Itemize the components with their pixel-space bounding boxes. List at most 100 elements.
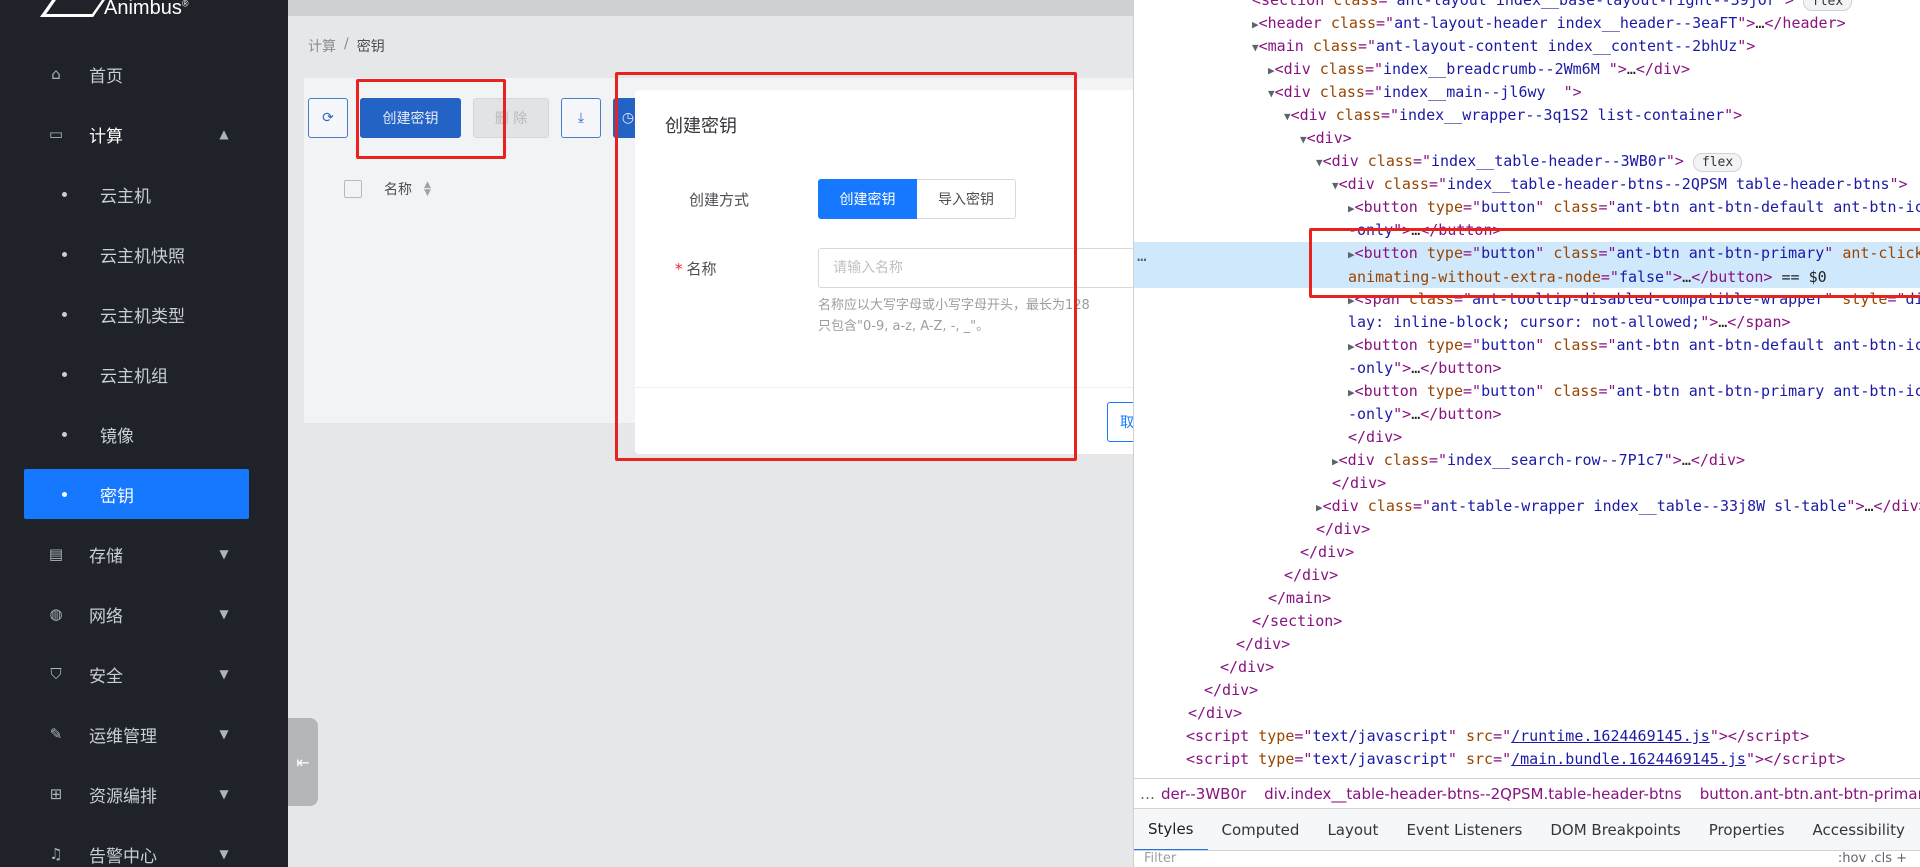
sidebar-item-label: 密钥: [100, 486, 134, 507]
dom-node[interactable]: <script type="text/javascript" src="/run…: [1134, 725, 1920, 748]
sidebar-item-image[interactable]: 镜像: [0, 412, 288, 456]
dom-node[interactable]: ▼<div class="index__table-header--3WB0r"…: [1134, 150, 1920, 173]
devtools-crumb-more[interactable]: …: [1140, 785, 1155, 803]
column-header-name[interactable]: 名称: [384, 179, 412, 199]
dom-node[interactable]: ▼<div>: [1134, 127, 1920, 150]
sidebar-item-orchestration[interactable]: ⊞ 资源编排 ▼: [0, 772, 288, 816]
bullet-icon: [62, 371, 67, 377]
dom-node[interactable]: </main>: [1134, 587, 1920, 610]
chevron-down-icon: ▼: [219, 547, 229, 561]
top-header: [288, 0, 1133, 16]
sidebar-item-label: 云主机类型: [100, 306, 185, 327]
highlight-box-dom-node: [1309, 228, 1920, 298]
sidebar-item-label: 云主机组: [100, 366, 168, 387]
wrench-icon: ✎: [49, 725, 63, 743]
dom-node[interactable]: ▼<div class="index__table-header-btns--2…: [1134, 173, 1920, 196]
styles-filter-input[interactable]: Filter :hov .cls +: [1134, 850, 1920, 867]
tab-accessibility[interactable]: Accessibility: [1799, 809, 1919, 851]
download-button[interactable]: ⤓: [561, 98, 601, 138]
sidebar-item-label: 云主机: [100, 186, 151, 207]
sidebar-item-security[interactable]: ⛉ 安全 ▼: [0, 652, 288, 696]
refresh-button[interactable]: ⟳: [308, 98, 348, 138]
tab-dom-breakpoints[interactable]: DOM Breakpoints: [1536, 809, 1694, 851]
breadcrumb-item-compute[interactable]: 计算: [308, 36, 336, 56]
dom-node-cont: -only">…</button>: [1348, 405, 1502, 423]
tab-layout[interactable]: Layout: [1313, 809, 1392, 851]
sidebar-item-label: 安全: [89, 666, 123, 687]
dom-node[interactable]: ▼<div class="index__wrapper--3q1S2 list-…: [1134, 104, 1920, 127]
grid-icon: ⊞: [49, 785, 63, 803]
app-logo[interactable]: Animbus®: [46, 0, 188, 24]
sidebar-item-label: 资源编排: [89, 786, 157, 807]
logo-mark-icon: [46, 0, 94, 18]
devtools-crumb[interactable]: button.ant-btn.ant-btn-primar: [1700, 785, 1920, 803]
devtools-panel: <section class="ant-layout index__base-l…: [1133, 0, 1920, 867]
dom-node[interactable]: </div>: [1134, 702, 1920, 725]
sidebar-item-vm-type[interactable]: 云主机类型: [0, 292, 288, 336]
app-brand: Animbus®: [104, 0, 189, 19]
dom-node[interactable]: ▶<header class="ant-layout-header index_…: [1134, 12, 1920, 35]
storage-icon: ▤: [48, 545, 64, 563]
devtools-crumb[interactable]: der--3WB0r: [1161, 785, 1246, 803]
dom-node[interactable]: ▶<button type="button" class="ant-btn an…: [1134, 380, 1920, 403]
dom-node[interactable]: </div>: [1134, 426, 1920, 449]
select-all-checkbox[interactable]: [344, 180, 362, 198]
dom-node[interactable]: </section>: [1134, 610, 1920, 633]
dom-node[interactable]: </div>: [1134, 633, 1920, 656]
dom-node[interactable]: ▼<main class="ant-layout-content index__…: [1134, 35, 1920, 58]
styles-filter-controls[interactable]: :hov .cls +: [1838, 851, 1907, 866]
dom-node[interactable]: </div>: [1134, 472, 1920, 495]
tab-properties[interactable]: Properties: [1695, 809, 1799, 851]
sidebar-item-label: 首页: [89, 66, 123, 87]
main-bundle-script-link[interactable]: /main.bundle.1624469145.js: [1511, 750, 1746, 768]
tab-styles[interactable]: Styles: [1134, 809, 1208, 851]
sidebar-item-home[interactable]: ⌂ 首页: [0, 52, 288, 96]
dom-node[interactable]: ▼<div class="index__main--jl6wy ">: [1134, 81, 1920, 104]
sidebar-item-ops[interactable]: ✎ 运维管理 ▼: [0, 712, 288, 756]
globe-icon: ◍: [49, 605, 63, 623]
highlight-box-create-button: [356, 79, 506, 159]
dom-node[interactable]: ▶<button type="button" class="ant-btn an…: [1134, 334, 1920, 357]
chevron-down-icon: ▼: [219, 727, 229, 741]
runtime-script-link[interactable]: /runtime.1624469145.js: [1511, 727, 1710, 745]
sidebar-item-alerts[interactable]: ♫ 告警中心 ▼: [0, 832, 288, 867]
sidebar: Animbus® ⌂ 首页 ▭ 计算 ▲ 云主机 云主机快照 云主机类型 云主机…: [0, 0, 288, 867]
dom-node[interactable]: ▶<div class="index__search-row--7P1c7">……: [1134, 449, 1920, 472]
dom-node-cont: -only">…</button>: [1348, 359, 1502, 377]
dom-node[interactable]: ▶<div class="index__breadcrumb--2Wm6M ">…: [1134, 58, 1920, 81]
sidebar-item-vm-group[interactable]: 云主机组: [0, 352, 288, 396]
sidebar-item-vm[interactable]: 云主机: [0, 172, 288, 216]
dom-node[interactable]: </div>: [1134, 518, 1920, 541]
dom-node[interactable]: ▶<button type="button" class="ant-btn an…: [1134, 196, 1920, 219]
dom-node[interactable]: ▶<div class="ant-table-wrapper index__ta…: [1134, 495, 1920, 518]
breadcrumb-item-current: 密钥: [356, 39, 385, 55]
dom-node[interactable]: </div>: [1134, 679, 1920, 702]
sidebar-item-compute[interactable]: ▭ 计算 ▲: [0, 112, 288, 156]
chevron-down-icon: ▼: [219, 847, 229, 861]
sidebar-item-label: 镜像: [100, 426, 134, 447]
home-icon: ⌂: [51, 65, 61, 83]
bullet-icon: [62, 251, 67, 257]
sidebar-item-label: 云主机快照: [100, 246, 185, 267]
dom-node[interactable]: </div>: [1134, 564, 1920, 587]
highlight-box-modal: [615, 72, 1077, 461]
sort-icon[interactable]: ▲ ▼: [424, 181, 431, 198]
sidebar-item-keypair[interactable]: 密钥: [24, 469, 249, 519]
chevron-down-icon: ▼: [219, 667, 229, 681]
tab-computed[interactable]: Computed: [1208, 809, 1314, 851]
sidebar-item-vm-snapshot[interactable]: 云主机快照: [0, 232, 288, 276]
devtools-crumb[interactable]: div.index__table-header-btns--2QPSM.tabl…: [1264, 785, 1682, 803]
download-icon: ⤓: [577, 110, 585, 126]
sidebar-item-storage[interactable]: ▤ 存储 ▼: [0, 532, 288, 576]
flex-badge[interactable]: flex: [1692, 153, 1743, 172]
dom-node[interactable]: <script type="text/javascript" src="/mai…: [1134, 748, 1920, 771]
node-actions-ellipsis[interactable]: …: [1137, 246, 1147, 265]
tab-event-listeners[interactable]: Event Listeners: [1392, 809, 1536, 851]
dom-node[interactable]: <section class="ant-layout index__base-l…: [1134, 0, 1920, 12]
dom-node[interactable]: </div>: [1134, 541, 1920, 564]
screen: Animbus® ⌂ 首页 ▭ 计算 ▲ 云主机 云主机快照 云主机类型 云主机…: [0, 0, 1920, 867]
sidebar-collapse-handle[interactable]: ⇤: [288, 718, 318, 806]
dom-node[interactable]: </div>: [1134, 656, 1920, 679]
devtools-tabs: Styles Computed Layout Event Listeners D…: [1134, 808, 1920, 851]
sidebar-item-network[interactable]: ◍ 网络 ▼: [0, 592, 288, 636]
